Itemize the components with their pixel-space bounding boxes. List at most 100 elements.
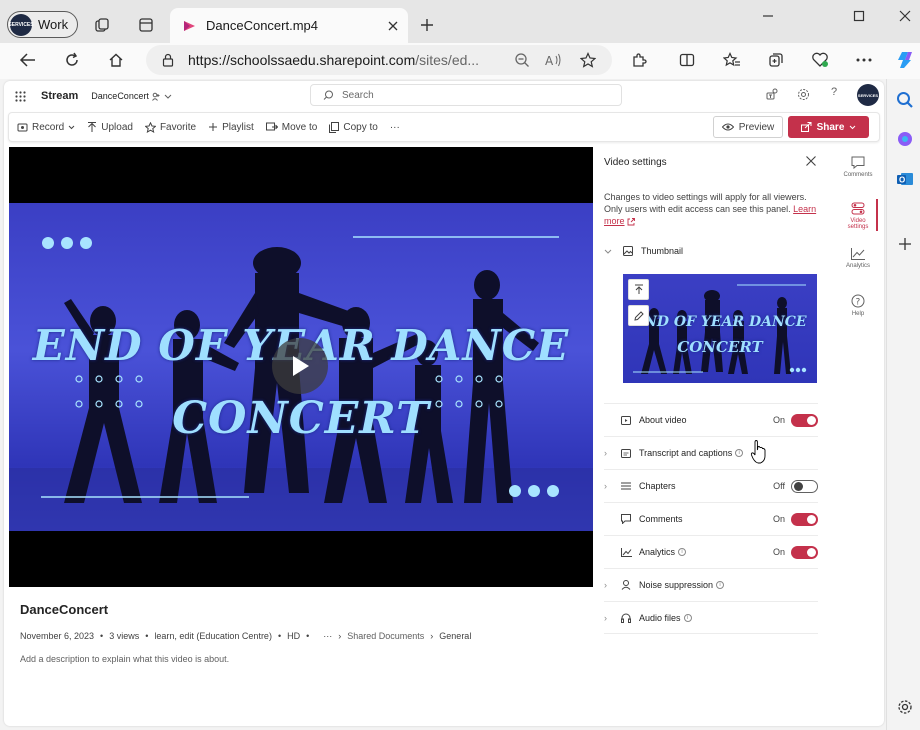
app-name[interactable]: Stream — [41, 90, 78, 102]
minimize-icon[interactable] — [754, 2, 782, 30]
close-tab-icon[interactable] — [388, 21, 398, 31]
stream-favicon-icon — [184, 20, 195, 31]
edit-thumbnail-button[interactable] — [628, 305, 649, 326]
comments-toggle[interactable] — [791, 512, 818, 526]
play-icon — [293, 356, 309, 376]
row-chapters[interactable]: › Chapters Off — [604, 469, 818, 502]
copy-to-label: Copy to — [343, 121, 378, 133]
description-field[interactable]: Add a description to explain what this v… — [20, 654, 229, 664]
back-icon[interactable] — [14, 46, 42, 74]
comment-icon — [851, 156, 865, 169]
help-circle-icon: ? — [851, 294, 865, 308]
record-button[interactable]: Record — [9, 113, 81, 141]
copilot-icon[interactable] — [892, 46, 920, 74]
row-comments[interactable]: Comments On — [604, 502, 818, 535]
more-commands-button[interactable]: ··· — [384, 113, 406, 141]
path-shared-documents[interactable]: Shared Documents — [347, 631, 424, 641]
row-analytics[interactable]: Analytics i On — [604, 535, 818, 568]
video-player[interactable]: END OF YEAR DANCE CONCERT — [9, 147, 593, 587]
help-icon[interactable]: ? — [831, 86, 837, 98]
app-launcher-icon[interactable] — [15, 90, 26, 102]
lock-icon[interactable] — [162, 53, 174, 67]
favorite-star-icon[interactable] — [580, 52, 596, 68]
breadcrumb[interactable]: DanceConcert — [91, 91, 149, 101]
search-icon — [323, 90, 333, 100]
chevron-down-icon[interactable] — [164, 94, 172, 99]
sidebar-settings-icon[interactable] — [897, 699, 913, 715]
external-link-icon[interactable] — [627, 217, 635, 226]
teams-icon[interactable] — [766, 88, 779, 101]
copy-to-button[interactable]: Copy to — [323, 113, 383, 141]
upload-icon — [88, 121, 97, 132]
close-window-icon[interactable] — [891, 2, 919, 30]
preview-button[interactable]: Preview — [713, 116, 783, 138]
info-icon[interactable]: i — [683, 613, 692, 622]
rail-video-settings[interactable]: Video settings — [838, 196, 878, 242]
info-icon[interactable]: i — [735, 449, 744, 457]
upload-thumbnail-button[interactable] — [628, 279, 649, 300]
share-button[interactable]: Share — [788, 116, 869, 138]
close-panel-icon[interactable] — [805, 155, 817, 167]
browser-tab-active[interactable]: DanceConcert.mp4 — [170, 8, 408, 43]
favorites-icon[interactable] — [718, 46, 746, 74]
home-icon[interactable] — [102, 46, 130, 74]
row-noise-suppression[interactable]: › Noise suppression i — [604, 568, 818, 601]
info-icon[interactable]: i — [716, 581, 725, 589]
analytics-label: Analytics — [639, 547, 676, 557]
tab-title: DanceConcert.mp4 — [206, 18, 318, 33]
playlist-button[interactable]: Playlist — [202, 113, 260, 141]
browser-essentials-icon[interactable] — [806, 46, 834, 74]
image-icon — [623, 246, 633, 256]
path-more[interactable]: ··· — [323, 631, 332, 641]
workspaces-icon[interactable] — [88, 11, 116, 39]
captions-icon — [621, 448, 631, 458]
zoom-icon[interactable] — [514, 52, 530, 68]
read-aloud-icon[interactable]: A — [544, 52, 562, 68]
refresh-icon[interactable] — [58, 46, 86, 74]
panel-note: Changes to video settings will apply for… — [604, 191, 820, 227]
rail-analytics-label: Analytics — [845, 263, 870, 269]
video-permission[interactable]: learn, edit (Education Centre) — [154, 631, 272, 641]
hand-cursor-icon — [750, 440, 768, 464]
share-label: Share — [816, 121, 845, 133]
about-video-toggle[interactable] — [791, 413, 818, 427]
info-icon[interactable]: i — [678, 548, 687, 556]
thumbnail-section-header[interactable]: Thumbnail — [604, 246, 683, 256]
chapters-toggle[interactable] — [791, 479, 818, 493]
analytics-toggle[interactable] — [791, 545, 818, 559]
tab-actions-icon[interactable] — [132, 11, 160, 39]
path-general[interactable]: General — [439, 631, 471, 641]
gear-icon[interactable] — [797, 88, 810, 101]
sidebar-search-icon[interactable] — [896, 91, 914, 109]
search-box[interactable]: Search — [310, 84, 622, 106]
sidebar-copilot-icon[interactable] — [896, 130, 914, 148]
address-bar[interactable]: https://schoolssaedu.sharepoint.com/site… — [146, 45, 612, 75]
share-icon — [800, 122, 812, 132]
panel-title: Video settings — [604, 157, 667, 168]
video-overlay-line2: CONCERT — [172, 393, 430, 444]
breadcrumb-sharing-icon — [151, 92, 161, 101]
sidebar-outlook-icon[interactable]: O — [896, 170, 914, 188]
avatar[interactable]: SERVICES — [857, 84, 879, 106]
maximize-icon[interactable] — [845, 2, 873, 30]
rail-help[interactable]: ? Help — [838, 288, 878, 334]
split-screen-icon[interactable] — [673, 46, 701, 74]
extensions-icon[interactable] — [625, 46, 653, 74]
upload-button[interactable]: Upload — [81, 113, 139, 141]
rail-comments[interactable]: Comments — [838, 150, 878, 196]
row-transcript-captions[interactable]: › Transcript and captions i — [604, 436, 818, 469]
favorite-button[interactable]: Favorite — [139, 113, 202, 141]
row-about-video[interactable]: About video On — [604, 403, 818, 436]
settings-more-icon[interactable] — [850, 46, 878, 74]
rail-analytics[interactable]: Analytics — [838, 242, 878, 288]
play-button[interactable] — [272, 338, 328, 394]
profile-button[interactable]: SERVICES Work — [7, 11, 78, 38]
collections-icon[interactable] — [762, 46, 790, 74]
sidebar-add-icon[interactable] — [898, 237, 912, 251]
new-tab-icon[interactable] — [413, 11, 441, 39]
row-audio-files[interactable]: › Audio files i — [604, 601, 818, 634]
url-text[interactable]: https://schoolssaedu.sharepoint.com/site… — [188, 52, 514, 68]
move-to-button[interactable]: Move to — [260, 113, 324, 141]
copy-icon — [329, 121, 340, 133]
video-date: November 6, 2023 — [20, 631, 95, 641]
